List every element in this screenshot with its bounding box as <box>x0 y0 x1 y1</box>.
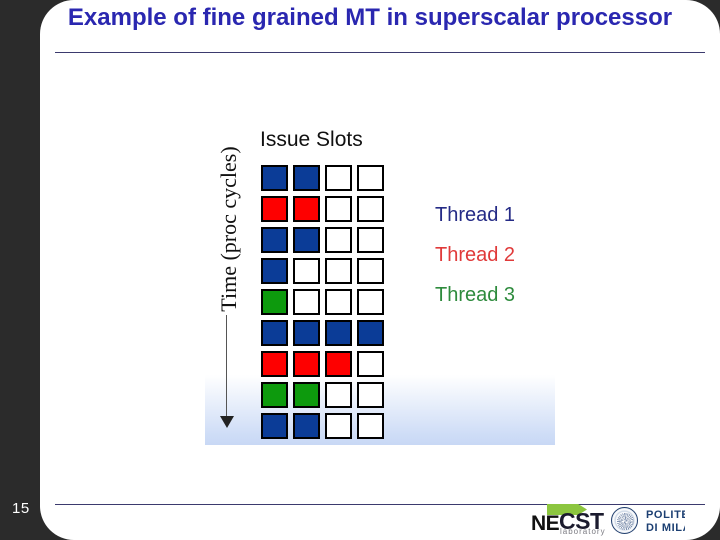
issue-slot-row <box>261 351 384 377</box>
necst-logo-laboratory: laboratory <box>560 527 606 536</box>
header-rule <box>55 52 705 53</box>
polimi-seal-icon <box>611 507 638 534</box>
down-arrow-icon-shaft <box>226 315 227 420</box>
issue-slot-cell <box>325 258 352 284</box>
page-number: 15 <box>12 500 30 517</box>
issue-slot-cell <box>325 320 352 346</box>
issue-slot-row <box>261 258 384 284</box>
issue-slot-cell <box>357 320 384 346</box>
issue-slot-cell <box>325 196 352 222</box>
issue-slot-row <box>261 289 384 315</box>
issue-slots-label: Issue Slots <box>260 128 363 151</box>
issue-slot-cell <box>293 258 320 284</box>
issue-slot-cell <box>357 351 384 377</box>
issue-slot-row <box>261 413 384 439</box>
issue-slot-cell <box>325 351 352 377</box>
issue-slot-cell <box>293 413 320 439</box>
issue-slot-row <box>261 382 384 408</box>
issue-slot-cell <box>325 413 352 439</box>
issue-slot-cell <box>357 227 384 253</box>
issue-slot-cell <box>325 289 352 315</box>
issue-slot-cell <box>325 382 352 408</box>
issue-slot-row <box>261 227 384 253</box>
panel-right-fill <box>700 34 720 506</box>
legend-entry-thread-2: Thread 2 <box>435 244 516 266</box>
mt-issue-slot-diagram: Time (proc cycles) Issue Slots Thread 1T… <box>205 120 555 445</box>
issue-slot-cell <box>357 413 384 439</box>
issue-slot-row <box>261 165 384 191</box>
polimi-seal-inner-icon <box>617 513 634 530</box>
issue-slot-cell <box>325 165 352 191</box>
issue-slot-row <box>261 320 384 346</box>
issue-slot-cell <box>293 227 320 253</box>
issue-slot-cell <box>293 165 320 191</box>
issue-slot-cell <box>261 289 288 315</box>
issue-slot-cell <box>357 165 384 191</box>
footer-rule <box>55 504 705 505</box>
issue-slot-cell <box>261 382 288 408</box>
issue-slot-cell <box>293 351 320 377</box>
issue-slot-cell <box>261 320 288 346</box>
issue-slot-cell <box>261 351 288 377</box>
issue-slot-cell <box>261 196 288 222</box>
legend-entry-thread-3: Thread 3 <box>435 284 516 306</box>
corner-notch-bottom-right <box>685 505 720 540</box>
necst-logo-ne: NE <box>531 512 560 535</box>
left-sidebar <box>0 0 40 540</box>
issue-slot-cell <box>325 227 352 253</box>
issue-slot-cell <box>357 196 384 222</box>
issue-slot-cell <box>357 382 384 408</box>
issue-slot-cell <box>357 258 384 284</box>
page-title: Example of fine grained MT in superscala… <box>67 4 673 31</box>
issue-slot-cell <box>293 196 320 222</box>
issue-slot-cell <box>261 227 288 253</box>
time-axis-label: Time (proc cycles) <box>216 146 241 312</box>
issue-slot-cell <box>261 258 288 284</box>
issue-slot-cell <box>293 289 320 315</box>
issue-slot-cell <box>261 165 288 191</box>
issue-slot-cell <box>293 320 320 346</box>
issue-slot-grid <box>261 165 384 444</box>
corner-notch-top-right <box>685 0 720 35</box>
issue-slot-cell <box>357 289 384 315</box>
issue-slot-cell <box>293 382 320 408</box>
necst-logo: NE CST laboratory <box>531 503 606 537</box>
issue-slot-row <box>261 196 384 222</box>
legend-entry-thread-1: Thread 1 <box>435 204 516 226</box>
down-arrow-icon-head <box>220 416 234 428</box>
thread-legend: Thread 1 Thread 2 Thread 3 <box>435 204 515 324</box>
issue-slot-cell <box>261 413 288 439</box>
slide: 15 Example of fine grained MT in supersc… <box>0 0 720 540</box>
